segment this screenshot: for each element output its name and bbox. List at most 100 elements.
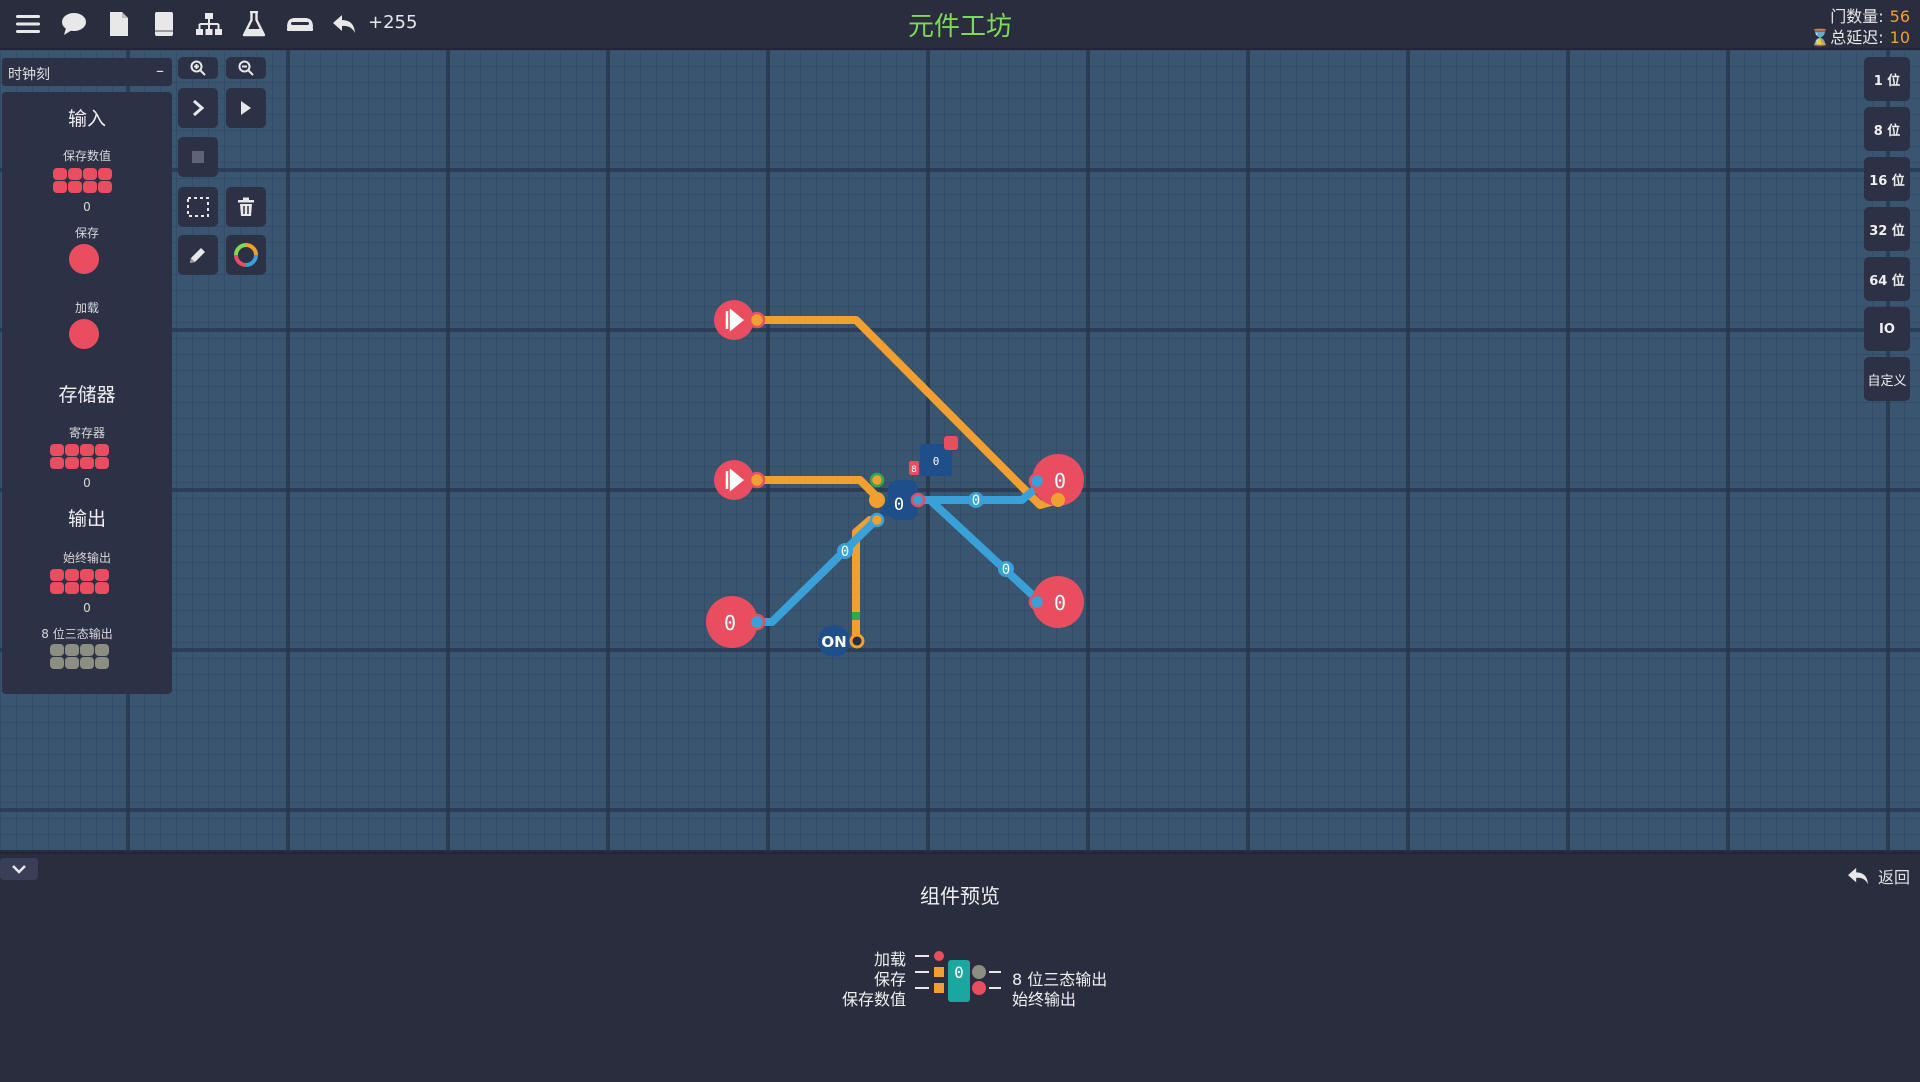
- undo-count: +255: [368, 12, 418, 33]
- trash-icon: [238, 197, 254, 216]
- bit-width-32-button[interactable]: 32 位: [1864, 207, 1910, 251]
- palette-category-header[interactable]: 时钟刻 –: [2, 58, 172, 86]
- tristate-output-component[interactable]: [50, 644, 110, 669]
- zoom-in-button[interactable]: [178, 57, 218, 79]
- register-bit-tag-label: 8: [911, 465, 917, 475]
- load-port-dot: [934, 951, 944, 961]
- custom-button[interactable]: 自定义: [1864, 357, 1910, 401]
- step-button[interactable]: [178, 88, 218, 128]
- wire-value-label: 0: [972, 493, 980, 509]
- palette-item-value: 0: [83, 476, 91, 490]
- select-button[interactable]: [178, 187, 218, 227]
- hierarchy-icon[interactable]: [193, 8, 225, 40]
- register-small-value: 0: [933, 455, 940, 468]
- switch-label: ON: [821, 633, 846, 651]
- section-memory-title: 存储器: [58, 384, 116, 406]
- run-button[interactable]: [226, 88, 266, 128]
- pin-value: 0: [724, 611, 736, 635]
- pin-port: [748, 311, 766, 329]
- component-palette: 输入 保存数值 0 保存 加载 存储器 寄存器 0 输出 始终输出 0 8 位三…: [2, 92, 172, 694]
- stop-button[interactable]: [178, 137, 218, 177]
- delete-button[interactable]: [226, 187, 266, 227]
- delay-value: 10: [1889, 28, 1910, 47]
- undo-icon[interactable]: [328, 8, 360, 40]
- collapse-icon[interactable]: –: [156, 61, 164, 80]
- tristate-port-dot: [972, 965, 986, 979]
- bit-width-64-button[interactable]: 64 位: [1864, 257, 1910, 301]
- pin-enable-port: [1051, 493, 1065, 507]
- palette-item-label: 始终输出: [62, 551, 111, 565]
- component-preview-panel: 返回 组件预览 加载 保存 保存数值 8 位三态输出 始终输出 0: [0, 852, 1920, 1082]
- component-preview-graphic: 0: [915, 951, 1001, 1002]
- wire-value-label: 0: [841, 544, 849, 560]
- wire-value-label: 0: [1002, 562, 1010, 578]
- pencil-button[interactable]: [178, 235, 218, 275]
- palette-item-label: 保存: [74, 226, 99, 240]
- io-button[interactable]: IO: [1864, 307, 1910, 351]
- preview-output-label: 始终输出: [1012, 990, 1077, 1009]
- bit-width-1-button[interactable]: 1 位: [1864, 57, 1910, 101]
- wire-tristate-out: [926, 496, 1044, 606]
- zoom-in-icon: [190, 60, 206, 76]
- circuit-diagram[interactable]: 0 0 0 0 ON 0 8 0 0 0: [0, 50, 1920, 850]
- bit-width-16-button[interactable]: 16 位: [1864, 157, 1910, 201]
- register-load-port: [869, 472, 885, 488]
- palette-item-label: 加载: [74, 301, 99, 315]
- register-value: 0: [894, 495, 904, 515]
- pin-port: [1028, 472, 1046, 490]
- circuit-canvas[interactable]: 0 0 0 0 ON 0 8 0 0 0: [0, 50, 1920, 850]
- pin-port: [849, 633, 865, 649]
- wire-load-trigger: [752, 476, 882, 504]
- hourglass-icon: ⌛: [1810, 28, 1831, 47]
- pin-value: 0: [1054, 591, 1066, 615]
- chevron-right-icon: [193, 99, 205, 117]
- color-button[interactable]: [226, 235, 266, 275]
- palette-item-value: 0: [83, 601, 91, 615]
- save-port-dot: [934, 967, 944, 977]
- register-save-port: [869, 492, 885, 508]
- palette-item-label: 保存数值: [62, 149, 111, 163]
- register-value-port: [869, 512, 885, 528]
- top-toolbar: +255 元件工坊 门数量: 56 ⌛总延迟: 10: [0, 0, 1920, 50]
- palette-item-value: 0: [83, 200, 91, 214]
- stop-icon: [192, 151, 204, 163]
- collapse-panel-button[interactable]: [0, 858, 38, 880]
- save-component[interactable]: [69, 244, 99, 274]
- palette-item-label: 寄存器: [68, 426, 105, 440]
- pin-port: [748, 613, 766, 631]
- chevron-down-icon: [12, 865, 26, 874]
- selection-icon: [187, 197, 209, 217]
- preview-input-label: 保存数值: [841, 990, 906, 1009]
- section-input-title: 输入: [67, 108, 106, 130]
- tag-icon[interactable]: [284, 8, 316, 40]
- always-output-port-dot: [972, 981, 986, 995]
- section-output-title: 输出: [67, 508, 106, 530]
- always-output-component[interactable]: [50, 569, 110, 594]
- preview-title: 组件预览: [920, 884, 1000, 908]
- load-component[interactable]: [69, 319, 99, 349]
- pencil-icon: [190, 248, 205, 263]
- file-icon[interactable]: [103, 8, 135, 40]
- flask-icon[interactable]: [238, 8, 270, 40]
- delay-stat: ⌛总延迟: 10: [1810, 24, 1910, 48]
- register-component[interactable]: [50, 444, 110, 469]
- play-icon: [241, 101, 251, 115]
- zoom-out-icon: [238, 60, 254, 76]
- palette-category-label: 时钟刻: [8, 67, 50, 83]
- preview-chip-value: 0: [954, 963, 964, 982]
- save-value-port-dot: [934, 983, 944, 993]
- menu-icon[interactable]: [12, 8, 44, 40]
- book-icon[interactable]: [148, 8, 180, 40]
- register-indicator: [944, 436, 958, 450]
- save-value-component[interactable]: [53, 168, 113, 193]
- zoom-out-button[interactable]: [226, 57, 266, 79]
- bit-width-8-button[interactable]: 8 位: [1864, 107, 1910, 151]
- chat-icon[interactable]: [58, 8, 90, 40]
- pin-value: 0: [1054, 469, 1066, 493]
- palette-item-label: 8 位三态输出: [41, 627, 113, 641]
- color-wheel-icon: [234, 243, 258, 267]
- pin-port: [1028, 593, 1046, 611]
- delay-label: 总延迟:: [1830, 28, 1884, 47]
- pin-port: [748, 471, 766, 489]
- register-output-port: [910, 492, 926, 508]
